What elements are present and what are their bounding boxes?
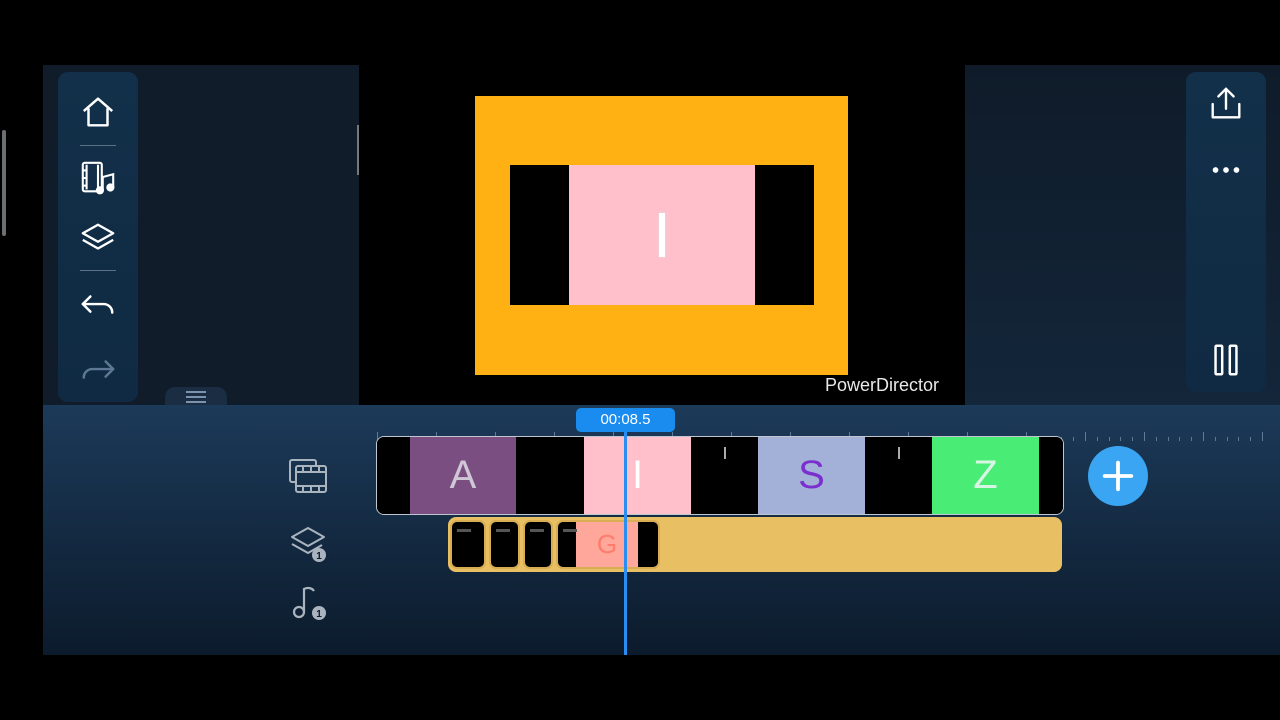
video-track-button[interactable] (288, 456, 328, 496)
overlay-clip[interactable] (489, 520, 520, 569)
preview-center-panel: I (569, 165, 755, 305)
ruler-tick (1238, 437, 1240, 441)
overlay-track-button[interactable]: 1 (288, 525, 328, 565)
ruler-tick (1250, 437, 1252, 441)
overlay-clip[interactable]: G (556, 520, 660, 569)
audio-track-button[interactable]: 1 (288, 583, 328, 623)
layers-button[interactable] (58, 210, 138, 266)
audio-track-badge: 1 (316, 609, 322, 620)
layers-icon (81, 223, 115, 250)
media-music-icon (81, 161, 115, 195)
clip-marker (898, 447, 900, 459)
preview-letter: I (653, 199, 671, 271)
ruler-tick (1120, 437, 1122, 441)
ruler-tick (1144, 432, 1145, 441)
home-button[interactable] (58, 84, 138, 140)
toolbar-separator (80, 145, 116, 146)
playhead[interactable] (624, 432, 627, 655)
clip-letter: S (798, 453, 825, 497)
redo-button[interactable] (58, 342, 138, 398)
ruler-tick (1155, 437, 1157, 441)
preview-inner-frame: I (510, 165, 814, 305)
left-toolbar (58, 72, 138, 402)
ruler-tick (1262, 432, 1263, 441)
ruler-tick (1085, 432, 1086, 441)
clip-letter: Z (973, 453, 998, 497)
video-clip[interactable]: S (758, 437, 865, 514)
ruler-tick (1073, 437, 1075, 441)
pause-button[interactable] (1186, 332, 1266, 388)
overlay-track[interactable]: G (448, 517, 1062, 572)
more-icon (1212, 167, 1240, 173)
undo-button[interactable] (58, 277, 138, 333)
clip-transition (865, 437, 932, 514)
undo-icon (81, 295, 114, 314)
audio-track-icon: 1 (292, 586, 326, 620)
video-clip[interactable]: A (410, 437, 516, 514)
video-track[interactable]: A I S Z (376, 436, 1064, 515)
home-icon (82, 97, 114, 127)
clip-transition (516, 437, 584, 514)
screen-scroll-indicator (2, 130, 6, 236)
ruler-tick (1214, 437, 1216, 441)
video-clip[interactable]: Z (932, 437, 1039, 514)
overlay-clip-letter: G (596, 529, 618, 559)
plus-icon (1102, 460, 1134, 492)
ruler-tick (1226, 437, 1228, 441)
overlay-clip-frame: G (576, 522, 638, 567)
preview-frame: I (475, 96, 848, 375)
video-clip[interactable]: I (584, 437, 691, 514)
preview-area[interactable]: I PowerDirector (359, 65, 965, 405)
share-icon (1211, 87, 1241, 119)
redo-icon (82, 360, 115, 379)
clip-letter: I (631, 453, 644, 497)
clip-transition (691, 437, 758, 514)
media-music-button[interactable] (58, 150, 138, 206)
timeline-panel: 1 1 A I S Z G 00:08.5 (43, 405, 1280, 655)
pause-icon (1214, 344, 1238, 376)
ruler-tick (1191, 437, 1193, 441)
current-time-badge[interactable]: 00:08.5 (576, 408, 675, 432)
clip-marker (724, 447, 726, 459)
clip-transition (377, 437, 412, 514)
overlay-clip[interactable] (450, 520, 486, 569)
overlay-layer-icon: 1 (291, 527, 326, 562)
add-clip-button[interactable] (1088, 446, 1148, 506)
ruler-tick (1167, 437, 1169, 441)
video-track-icon (289, 459, 327, 493)
editor-app: I PowerDirector 1 1 A I S Z G 00:08.5 (43, 65, 1280, 655)
share-button[interactable] (1186, 76, 1266, 132)
panel-resize-handle[interactable] (165, 387, 227, 407)
overlay-track-badge: 1 (316, 551, 322, 562)
toolbar-separator (80, 270, 116, 271)
right-toolbar (1186, 72, 1266, 392)
ruler-tick (1179, 437, 1181, 441)
more-button[interactable] (1186, 142, 1266, 198)
clip-letter: A (449, 453, 477, 497)
ruler-tick (1203, 432, 1204, 441)
preview-resize-handle[interactable] (357, 125, 359, 175)
clip-transition (1039, 437, 1063, 514)
ruler-tick (1096, 437, 1098, 441)
menu-icon (186, 391, 206, 403)
ruler-tick (1132, 437, 1134, 441)
ruler-tick (1108, 437, 1110, 441)
powerdirector-watermark: PowerDirector (825, 375, 940, 395)
overlay-clip[interactable] (523, 520, 553, 569)
